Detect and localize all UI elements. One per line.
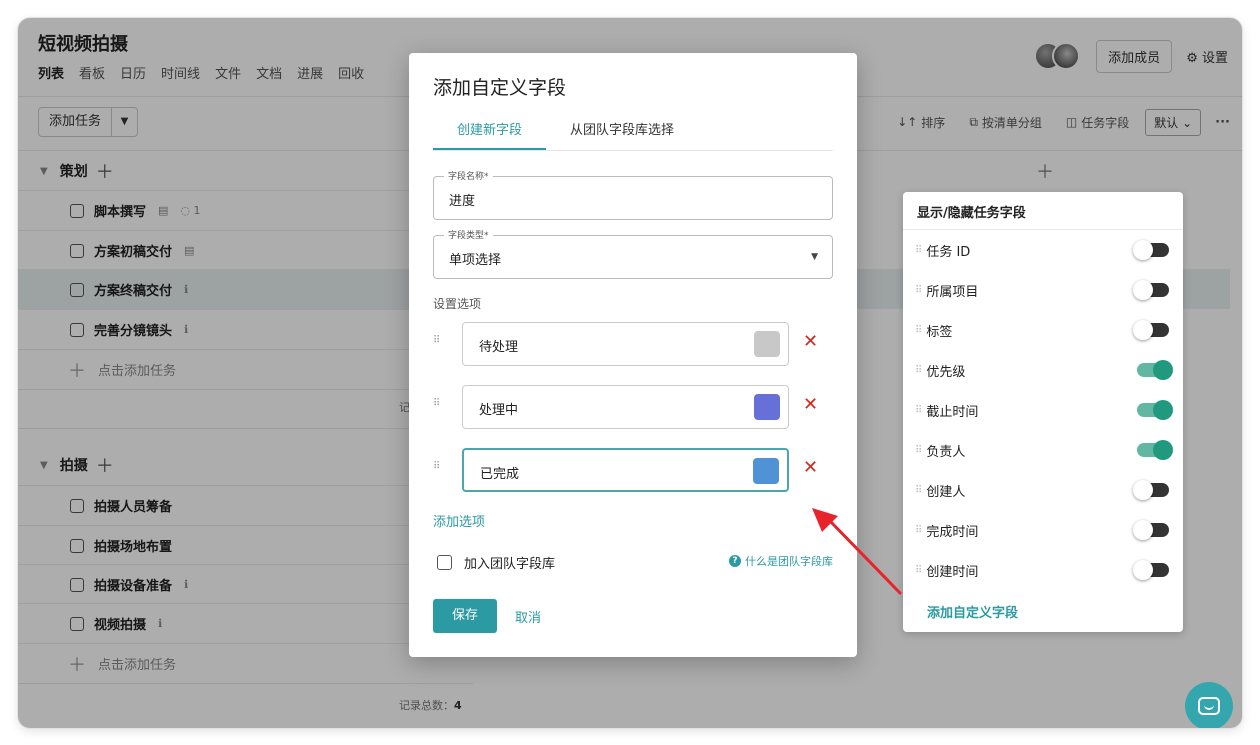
tab-team-field-library[interactable]: 从团队字段库选择	[546, 109, 698, 150]
drag-handle-icon[interactable]: ⠿	[915, 525, 922, 536]
add-option-link[interactable]: 添加选项	[433, 511, 485, 530]
field-toggle[interactable]	[1137, 440, 1173, 460]
field-row[interactable]: ⠿ 标签	[903, 310, 1183, 350]
field-label: 所属项目	[926, 284, 979, 300]
field-label: 任务 ID	[926, 244, 971, 260]
toggle-knob	[1133, 280, 1153, 300]
field-toggle[interactable]	[1133, 240, 1169, 260]
option-row: ⠿ 待处理 ✕	[433, 322, 833, 366]
drag-handle-icon[interactable]: ⠿	[915, 245, 922, 256]
option-input[interactable]: 已完成	[462, 448, 789, 492]
field-type-value: 单项选择	[449, 253, 502, 268]
field-toggle[interactable]	[1133, 520, 1169, 540]
drag-handle-icon[interactable]: ⠿	[915, 565, 922, 576]
option-row: ⠿ 已完成 ✕	[433, 448, 833, 492]
color-swatch[interactable]	[754, 394, 780, 420]
field-name-input[interactable]: 字段名称* 进度	[433, 169, 833, 220]
toggle-knob	[1133, 560, 1153, 580]
drag-handle-icon[interactable]: ⠿	[915, 485, 922, 496]
toggle-knob	[1133, 240, 1153, 260]
option-row: ⠿ 处理中 ✕	[433, 385, 833, 429]
field-row[interactable]: ⠿ 完成时间	[903, 510, 1183, 550]
field-row[interactable]: ⠿ 优先级	[903, 350, 1183, 390]
field-row[interactable]: ⠿ 截止时间	[903, 390, 1183, 430]
field-label: 标签	[926, 324, 953, 340]
drag-handle-icon[interactable]: ⠿	[915, 405, 922, 416]
field-label: 创建人	[926, 484, 966, 500]
option-text: 处理中	[479, 403, 519, 418]
field-label: 负责人	[926, 444, 966, 460]
delete-icon[interactable]: ✕	[803, 457, 818, 478]
chat-icon	[1198, 697, 1220, 715]
toggle-knob	[1133, 520, 1153, 540]
help-icon: ?	[729, 555, 741, 567]
option-text: 待处理	[479, 340, 519, 355]
option-input[interactable]: 处理中	[462, 385, 789, 429]
team-library-label: 加入团队字段库	[464, 557, 556, 572]
options-section-label: 设置选项	[433, 297, 482, 311]
field-label: 截止时间	[926, 404, 979, 420]
help-link-text: 什么是团队字段库	[745, 555, 833, 568]
drag-handle-icon[interactable]: ⠿	[433, 335, 440, 346]
cancel-button[interactable]: 取消	[515, 607, 541, 626]
toggle-knob	[1133, 320, 1153, 340]
field-name-value: 进度	[449, 194, 476, 209]
field-label: 优先级	[926, 364, 966, 380]
color-swatch[interactable]	[753, 458, 779, 484]
option-input[interactable]: 待处理	[462, 322, 789, 366]
dialog-title: 添加自定义字段	[433, 77, 567, 99]
chat-button[interactable]	[1185, 682, 1233, 728]
team-library-help-link[interactable]: ? 什么是团队字段库	[729, 553, 833, 569]
field-type-label: 字段类型*	[444, 228, 493, 241]
color-swatch[interactable]	[754, 331, 780, 357]
field-row[interactable]: ⠿ 创建时间	[903, 550, 1183, 590]
team-library-checkbox-row[interactable]: 加入团队字段库	[433, 553, 555, 572]
field-row[interactable]: ⠿ 所属项目	[903, 270, 1183, 310]
option-text: 已完成	[480, 467, 520, 482]
tab-create-new-field[interactable]: 创建新字段	[433, 109, 547, 150]
drag-handle-icon[interactable]: ⠿	[915, 445, 922, 456]
field-toggle[interactable]	[1133, 320, 1169, 340]
field-toggle[interactable]	[1133, 480, 1169, 500]
toggle-knob	[1133, 480, 1153, 500]
team-library-checkbox[interactable]	[437, 555, 452, 570]
toggle-knob	[1153, 400, 1173, 420]
toggle-knob	[1153, 440, 1173, 460]
add-custom-field-dialog: 添加自定义字段 创建新字段 从团队字段库选择 字段名称* 进度 字段类型* 单项…	[409, 53, 857, 657]
drag-handle-icon[interactable]: ⠿	[915, 365, 922, 376]
field-label: 创建时间	[926, 564, 979, 580]
field-toggle[interactable]	[1133, 280, 1169, 300]
field-label: 完成时间	[926, 524, 979, 540]
delete-icon[interactable]: ✕	[803, 331, 818, 352]
field-row[interactable]: ⠿ 任务 ID	[903, 230, 1183, 270]
drag-handle-icon[interactable]: ⠿	[433, 461, 440, 472]
caret-down-icon: ▼	[811, 252, 818, 262]
panel-title: 显示/隐藏任务字段	[903, 192, 1183, 230]
field-toggle[interactable]	[1137, 360, 1173, 380]
field-type-select[interactable]: 字段类型* 单项选择 ▼	[433, 228, 833, 279]
field-name-label: 字段名称*	[444, 169, 493, 182]
drag-handle-icon[interactable]: ⠿	[915, 325, 922, 336]
field-toggle[interactable]	[1133, 560, 1169, 580]
field-toggle[interactable]	[1137, 400, 1173, 420]
field-row[interactable]: ⠿ 创建人	[903, 470, 1183, 510]
drag-handle-icon[interactable]: ⠿	[915, 285, 922, 296]
field-visibility-panel: 显示/隐藏任务字段 ⠿ 任务 ID ⠿ 所属项目 ⠿ 标签 ⠿ 优先级 ⠿ 截止时间 ⠿ 负…	[903, 192, 1183, 632]
save-button[interactable]: 保存	[433, 599, 497, 633]
toggle-knob	[1153, 360, 1173, 380]
dialog-tabs: 创建新字段 从团队字段库选择	[433, 109, 833, 151]
field-row[interactable]: ⠿ 负责人	[903, 430, 1183, 470]
delete-icon[interactable]: ✕	[803, 394, 818, 415]
add-custom-field-link[interactable]: 添加自定义字段	[903, 590, 1183, 633]
drag-handle-icon[interactable]: ⠿	[433, 398, 440, 409]
